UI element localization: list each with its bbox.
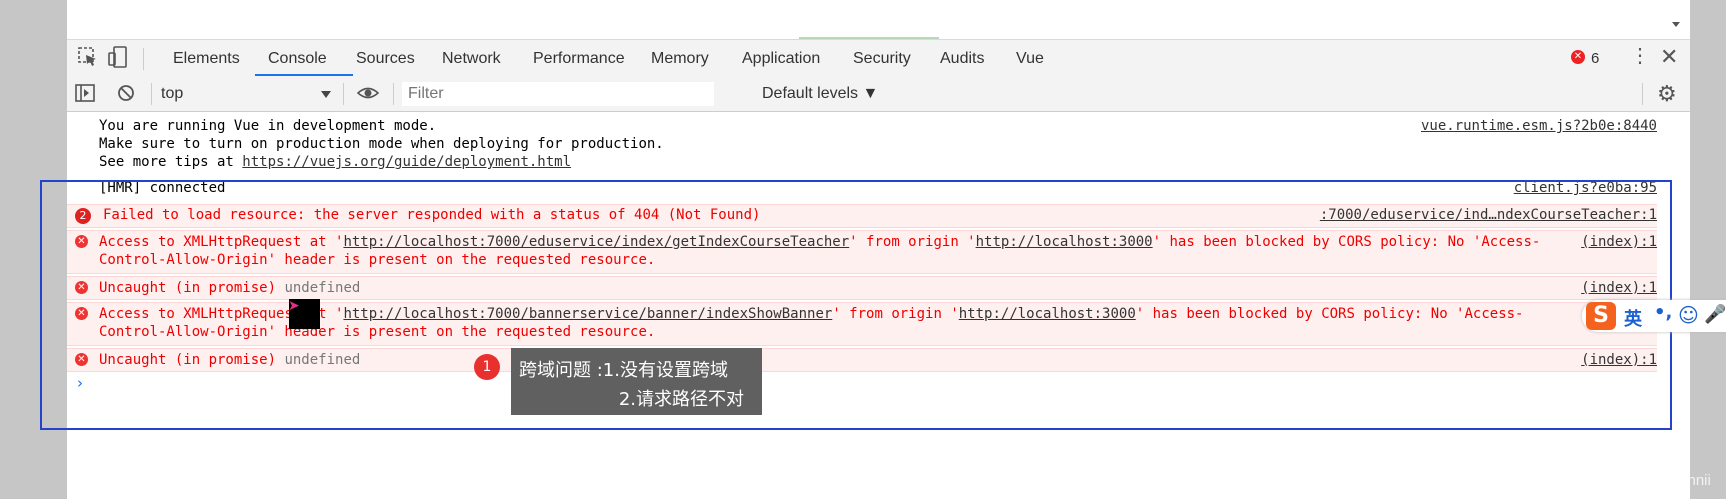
more-options-icon[interactable]: ⋮ — [1630, 46, 1650, 66]
source-link[interactable]: client.js?e0ba:95 — [1514, 180, 1657, 197]
tab-memory[interactable]: Memory — [651, 50, 709, 68]
active-tab-indicator — [255, 74, 353, 76]
inspect-element-icon[interactable] — [77, 46, 99, 73]
tab-security[interactable]: Security — [853, 50, 911, 68]
error-x-icon: ✕ — [75, 281, 88, 294]
tab-vue[interactable]: Vue — [1016, 50, 1044, 68]
toolbar-separator — [1642, 83, 1643, 105]
devtools-tabbar: Elements Console Sources Network Perform… — [67, 39, 1690, 78]
tab-sources[interactable]: Sources — [356, 50, 415, 68]
device-toolbar-icon[interactable] — [107, 45, 129, 74]
context-selector[interactable]: top — [161, 85, 183, 103]
sogou-logo-icon[interactable]: S — [1586, 302, 1616, 330]
error-x-icon[interactable]: ✕ — [1571, 50, 1585, 64]
clear-console-icon[interactable] — [117, 84, 135, 107]
scroll-down-arrow-icon[interactable] — [1672, 22, 1680, 27]
error-x-icon: ✕ — [75, 353, 88, 366]
error-x-icon: ✕ — [75, 307, 88, 320]
error-x-icon: ✕ — [75, 235, 88, 248]
source-link[interactable]: (index):1 — [1581, 234, 1657, 251]
origin-link[interactable]: http://localhost:3000 — [959, 306, 1136, 322]
emoji-icon[interactable]: ☺ — [1678, 303, 1699, 327]
request-url-link[interactable]: http://localhost:7000/eduservice/index/g… — [343, 234, 849, 250]
origin-link[interactable]: http://localhost:3000 — [976, 234, 1153, 250]
console-error-404: 2 Failed to load resource: the server re… — [67, 204, 1657, 228]
ime-language-toggle[interactable]: 英 — [1624, 305, 1642, 331]
console-error-cors-teacher: ✕ Access to XMLHttpRequest at 'http://lo… — [67, 230, 1657, 274]
console-toolbar: top Default levels ▼ ⚙ — [67, 77, 1690, 112]
error-count-badge: 2 — [75, 208, 91, 224]
tab-network[interactable]: Network — [442, 50, 501, 68]
deployment-link[interactable]: https://vuejs.org/guide/deployment.html — [242, 154, 571, 170]
chevron-down-icon[interactable] — [321, 91, 331, 98]
tab-application[interactable]: Application — [742, 50, 820, 68]
browser-page: Elements Console Sources Network Perform… — [67, 0, 1690, 499]
gear-icon[interactable]: ⚙ — [1657, 81, 1677, 107]
eye-icon[interactable] — [356, 84, 380, 107]
log-levels-dropdown[interactable]: Default levels ▼ — [762, 85, 878, 103]
toolbar-separator — [151, 83, 152, 105]
console-error-uncaught: ✕ Uncaught (in promise) undefined (index… — [67, 276, 1657, 300]
annotation-callout: 跨域问题 :1.没有设置跨域 2.请求路径不对 — [511, 348, 762, 415]
console-prompt-chevron-icon[interactable]: › — [77, 374, 83, 392]
error-count[interactable]: 6 — [1591, 50, 1599, 67]
source-link[interactable]: :7000/eduservice/ind…ndexCourseTeacher:1 — [1320, 207, 1657, 224]
tab-separator — [143, 48, 144, 70]
tab-elements[interactable]: Elements — [173, 50, 240, 68]
ime-toolbar[interactable]: S 英 •, ☺ 🎤 — [1582, 300, 1726, 332]
ime-punctuation-toggle[interactable]: •, — [1654, 302, 1672, 323]
request-url-link[interactable]: http://localhost:7000/bannerservice/bann… — [343, 306, 832, 322]
tab-console[interactable]: Console — [268, 50, 327, 68]
mouse-cursor-icon: ➤ — [288, 298, 300, 314]
show-sidebar-icon[interactable] — [75, 84, 95, 107]
watermark: https://blog.csdn.net/nnnnnnnnnnnii — [1474, 472, 1711, 489]
source-link[interactable]: vue.runtime.esm.js?2b0e:8440 — [1421, 118, 1657, 135]
filter-input[interactable] — [402, 82, 714, 106]
microphone-icon[interactable]: 🎤 — [1704, 304, 1726, 325]
annotation-number-badge: 1 — [474, 354, 500, 380]
console-error-uncaught: ✕ Uncaught (in promise) undefined (index… — [67, 348, 1657, 372]
toolbar-separator — [393, 83, 394, 105]
close-devtools-icon[interactable]: ✕ — [1660, 44, 1678, 70]
source-link[interactable]: (index):1 — [1581, 280, 1657, 297]
toolbar-separator — [343, 83, 344, 105]
tab-audits[interactable]: Audits — [940, 50, 984, 68]
source-link[interactable]: (index):1 — [1581, 352, 1657, 369]
tab-performance[interactable]: Performance — [533, 50, 625, 68]
console-message-hmr: [HMR] connected client.js?e0ba:95 — [99, 180, 1657, 197]
